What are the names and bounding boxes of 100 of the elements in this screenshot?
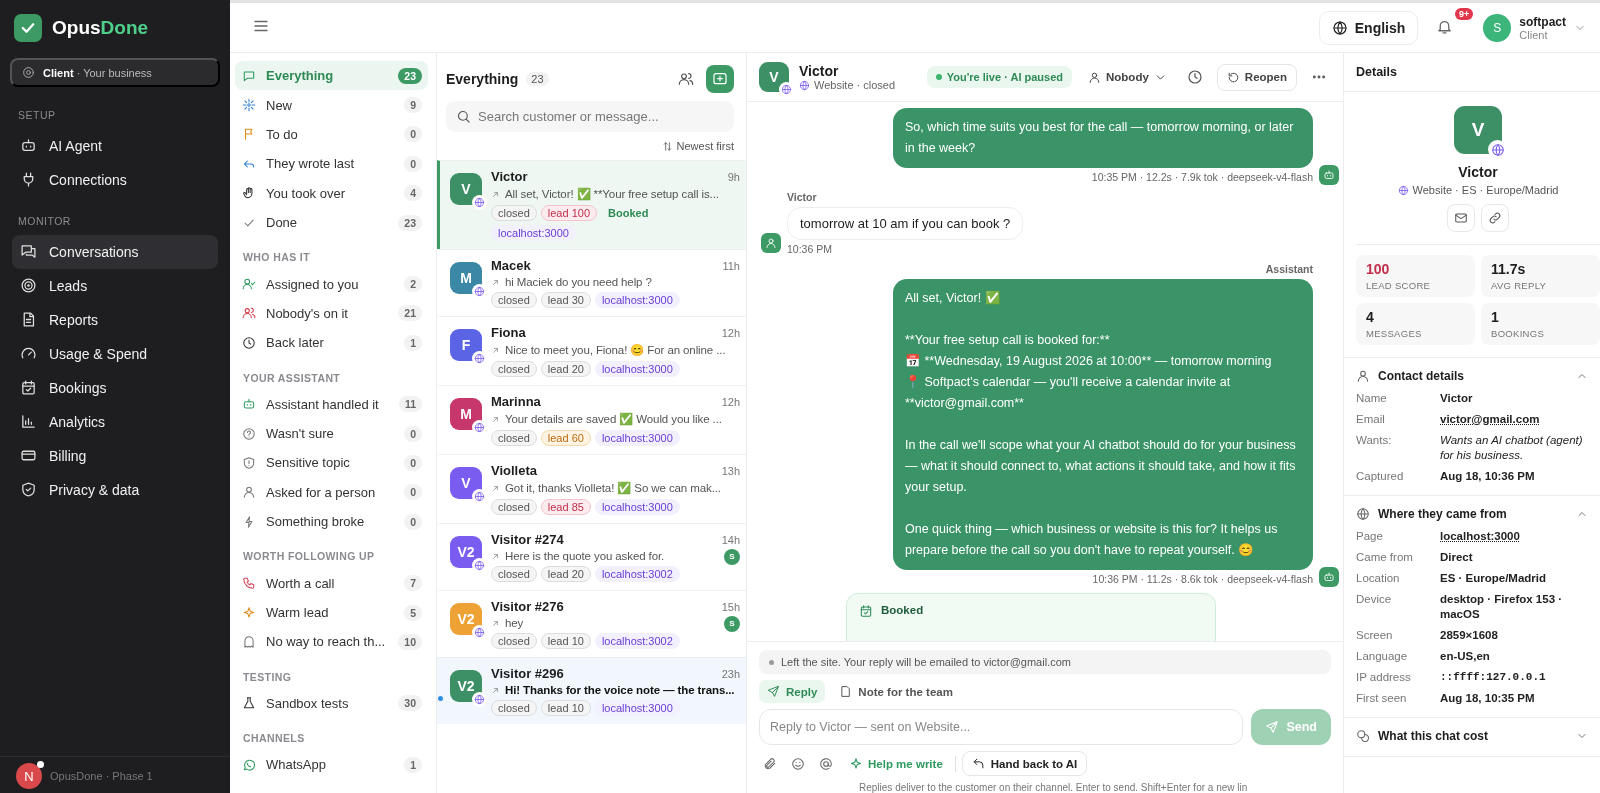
- field-value: en-US,en: [1440, 649, 1491, 664]
- conversation-item[interactable]: V2 Visitor #276 15h hey S closed lead 10 localhost:3002: [437, 590, 746, 657]
- composer-tab[interactable]: Note for the team: [831, 680, 961, 703]
- count-badge: 0: [404, 155, 422, 172]
- assignee-avatar: S: [724, 548, 740, 565]
- tag: localhost:3000: [594, 499, 680, 515]
- settings-icon: [22, 66, 35, 79]
- language-button[interactable]: English: [1318, 10, 1419, 45]
- user-avatar[interactable]: N: [16, 763, 42, 789]
- paperclip-icon: [763, 756, 777, 771]
- filter-item[interactable]: Worth a call 7: [235, 568, 428, 598]
- nav-item[interactable]: Leads: [12, 269, 218, 303]
- filter-item[interactable]: Everything 23: [235, 61, 428, 91]
- stat-label: BOOKINGS: [1491, 328, 1546, 339]
- conversation-item[interactable]: V Violleta 13h Got it, thanks Violleta! ✅ So we can mak... closed lead 85 localhost:3000: [437, 454, 746, 523]
- field-value[interactable]: victor@gmail.com: [1440, 412, 1588, 427]
- filter-item[interactable]: Back later 1: [235, 328, 428, 358]
- smiley-icon: [791, 756, 805, 771]
- users-icon: [242, 306, 256, 321]
- filter-item[interactable]: Done 23: [235, 207, 428, 238]
- filter-item[interactable]: WhatsApp 1: [235, 750, 428, 780]
- conversation-item[interactable]: V Victor 9h All set, Victor! ✅ **Your free setup call is... closed lead 100 Booked localhost:3000: [437, 160, 746, 249]
- hand-back-button[interactable]: Hand back to AI: [961, 751, 1088, 776]
- contact-name: Victor: [1458, 164, 1498, 180]
- filter-item[interactable]: Assigned to you 2: [235, 269, 428, 299]
- count-badge: 0: [404, 126, 422, 143]
- filter-heading: WORTH FOLLOWING UP: [242, 549, 376, 565]
- filter-item[interactable]: You took over 4: [235, 178, 428, 208]
- tag: localhost:3000: [491, 225, 576, 241]
- flag-icon: [242, 127, 256, 142]
- conversation-item[interactable]: V2 Visitor #274 14h Here is the quote you asked for. S closed lead 20 localhost:3002: [437, 523, 746, 590]
- filter-item[interactable]: They wrote last 0: [235, 149, 428, 179]
- nav-item[interactable]: Connections: [12, 163, 218, 197]
- sort-button[interactable]: Newest first: [661, 140, 734, 152]
- contact-avatar: V: [1454, 106, 1502, 154]
- tag: localhost:3002: [594, 633, 680, 649]
- field-value[interactable]: localhost:3000: [1440, 529, 1588, 544]
- nav-item[interactable]: Privacy & data: [12, 473, 218, 507]
- contact-avatar: F: [450, 329, 482, 361]
- count-badge: 0: [404, 484, 422, 501]
- message-preview: Hi! Thanks for the voice note — the trans...: [505, 684, 735, 696]
- reopen-button[interactable]: Reopen: [1216, 63, 1297, 91]
- link-button[interactable]: [1481, 204, 1509, 232]
- email-button[interactable]: [1447, 204, 1475, 232]
- user-icon: [242, 485, 256, 500]
- hand-icon: [242, 186, 256, 201]
- arrow-up-right-icon: [491, 189, 500, 199]
- filter-item[interactable]: Wasn't sure 0: [235, 418, 428, 449]
- search-field[interactable]: Search customer or message...: [446, 101, 734, 132]
- help-me-write-button[interactable]: Help me write: [843, 756, 949, 771]
- refresh-icon: [1226, 70, 1240, 84]
- message-preview: Nice to meet you, Fiona! 😊 For an online ...: [505, 343, 726, 357]
- field-label: Wants:: [1356, 433, 1393, 448]
- message-meta: 10:35 PM · 12.2s · 7.9k tok · deepseek-v4-flash: [1091, 171, 1313, 183]
- conversation-item[interactable]: V2 Visitor #296 23h Hi! Thanks for the voice note — the trans... closed lead 10 localhost:3000: [437, 657, 746, 724]
- panel-title: Details: [1344, 53, 1600, 92]
- nav-item[interactable]: Analytics: [12, 405, 218, 439]
- assignee-dropdown[interactable]: Nobody: [1082, 69, 1173, 85]
- contact-avatar: V: [759, 62, 789, 92]
- conversation-item[interactable]: M Marinna 12h Your details are saved ✅ Would you like ... closed lead 60 localhost:3000: [437, 385, 746, 454]
- composer-tab[interactable]: Reply: [759, 680, 826, 703]
- clock-icon: [242, 335, 256, 350]
- count-badge: 30: [398, 695, 422, 712]
- contact-avatar: V2: [450, 670, 482, 702]
- field-label: Page: [1356, 529, 1384, 544]
- nav-item[interactable]: Billing: [12, 439, 218, 473]
- field-label: Device: [1356, 592, 1393, 607]
- filter-item[interactable]: Asked for a person 0: [235, 477, 428, 508]
- filter-item[interactable]: No way to reach th... 10: [235, 627, 428, 657]
- return-arrow-icon: [971, 757, 985, 770]
- nav-item[interactable]: Reports: [12, 303, 218, 337]
- question-icon: [242, 426, 256, 441]
- conversation-item[interactable]: M Macek 11h hi Maciek do you need help ? closed lead 30 localhost:3000: [437, 249, 746, 316]
- filter-item[interactable]: Nobody's on it 21: [235, 298, 428, 329]
- time-label: 12h: [721, 395, 740, 408]
- field-label: Location: [1356, 571, 1401, 586]
- count-badge: 23: [398, 67, 422, 84]
- filter-heading: WHO HAS IT: [242, 250, 311, 266]
- filter-item[interactable]: Sensitive topic 0: [235, 448, 428, 478]
- message-preview: hi Maciek do you need help ?: [505, 276, 652, 288]
- tag: localhost:3000: [594, 430, 680, 446]
- nav-item[interactable]: Bookings: [12, 371, 218, 405]
- chat-bubble-icon: [242, 68, 256, 83]
- conversation-item[interactable]: F Fiona 12h Nice to meet you, Fiona! 😊 For an online ... closed lead 20 localhost:3000: [437, 316, 746, 385]
- nav-item[interactable]: Usage & Spend: [12, 337, 218, 371]
- filter-item[interactable]: New 9: [235, 90, 428, 120]
- filter-item[interactable]: Assistant handled it 11: [235, 389, 428, 419]
- filter-item[interactable]: Warm lead 5: [235, 597, 428, 628]
- count-badge: 1: [404, 334, 422, 351]
- reply-input[interactable]: Reply to Victor — sent on Website...: [759, 709, 1244, 745]
- nav-item[interactable]: AI Agent: [12, 129, 218, 163]
- nav-item[interactable]: Conversations: [12, 235, 218, 269]
- filter-item[interactable]: Something broke 0: [235, 507, 428, 537]
- workspace-switcher[interactable]: Client · Your business: [10, 58, 220, 87]
- contact-avatar: M: [450, 262, 482, 294]
- filter-item[interactable]: To do 0: [235, 119, 428, 150]
- count-badge: 21: [398, 305, 422, 322]
- new-chat-button[interactable]: [706, 65, 734, 93]
- filter-item[interactable]: Sandbox tests 30: [235, 688, 428, 719]
- time-label: 15h: [721, 600, 740, 613]
